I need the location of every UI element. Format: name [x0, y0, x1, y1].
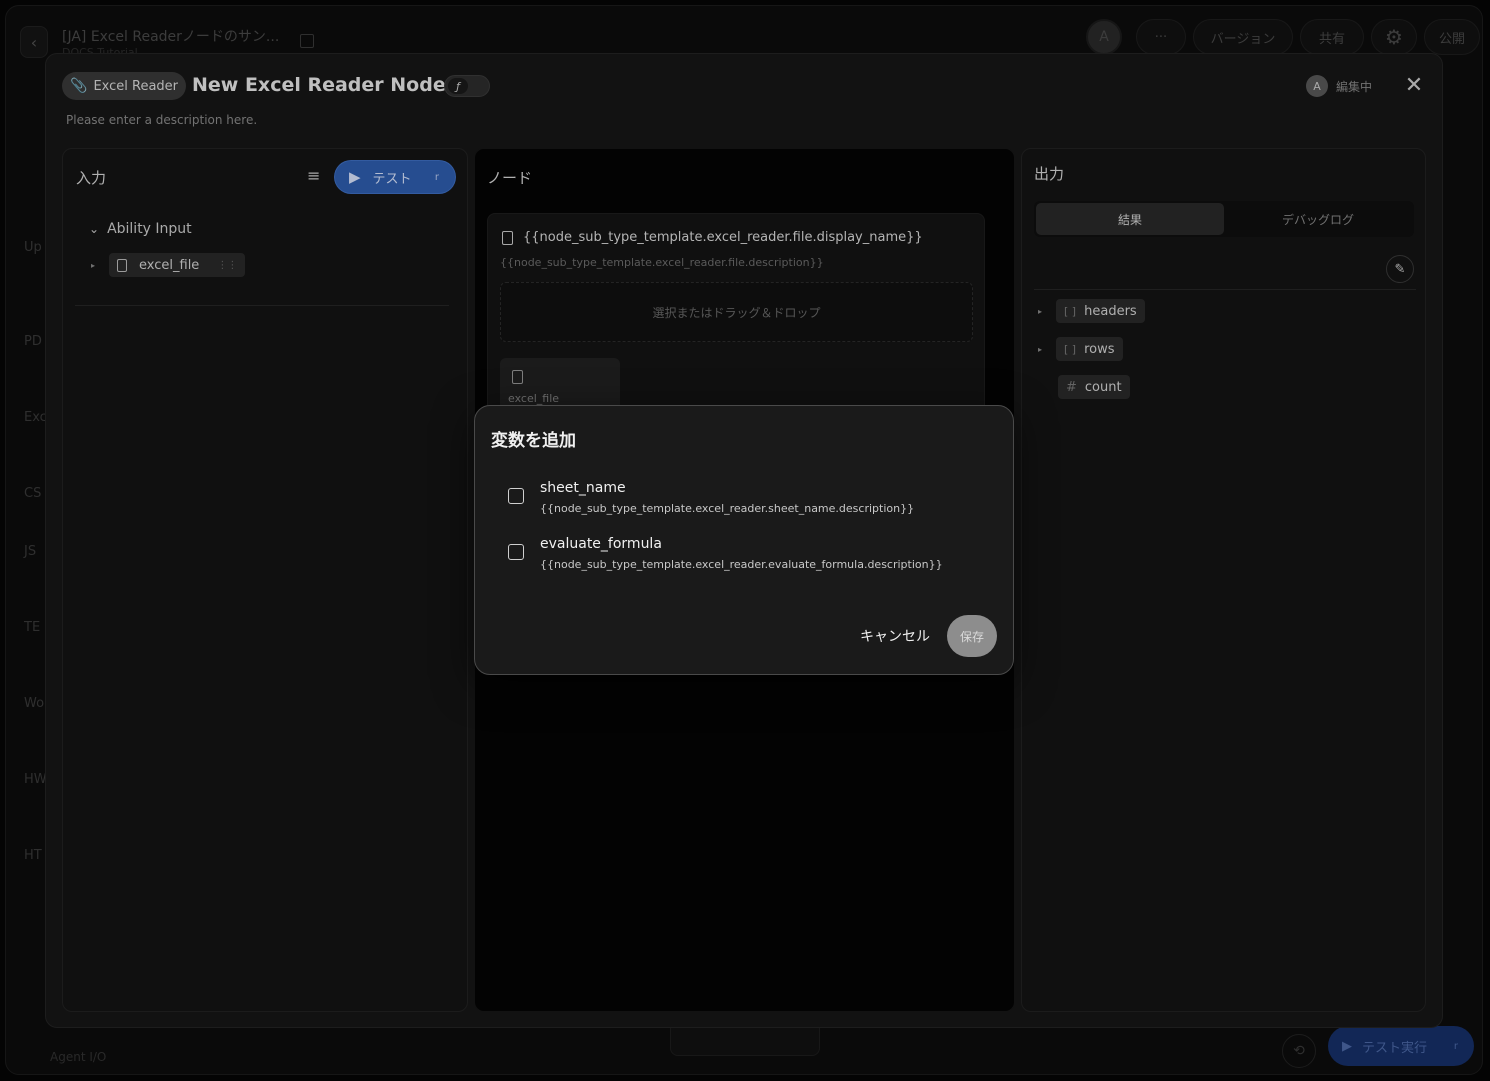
drag-handle-icon[interactable]: ⋮⋮: [217, 260, 237, 271]
option-sheet-name[interactable]: sheet_name {{node_sub_type_template.exce…: [508, 480, 914, 515]
node-panel-title: ノード: [487, 169, 533, 187]
function-icon: ƒ: [448, 78, 468, 94]
array-icon: [ ]: [1064, 342, 1077, 356]
divider: [1034, 289, 1416, 290]
publish-button[interactable]: 公開: [1424, 19, 1480, 55]
test-button[interactable]: ▶ テスト r: [335, 161, 455, 193]
gear-icon: ⚙: [1385, 25, 1403, 49]
array-icon: [ ]: [1064, 304, 1077, 318]
tab-result[interactable]: 結果: [1036, 203, 1224, 235]
node-type-badge: 📎 Excel Reader: [62, 72, 187, 100]
test-button-label: テスト: [372, 171, 412, 187]
field-label: rows: [1084, 341, 1115, 357]
output-field-count[interactable]: # count: [1058, 375, 1130, 399]
output-field-headers[interactable]: ▸ [ ] headers: [1038, 299, 1145, 323]
caret-right-icon: ▸: [1038, 306, 1043, 316]
output-field-rows[interactable]: ▸ [ ] rows: [1038, 337, 1123, 361]
function-toggle[interactable]: ƒ: [444, 75, 490, 97]
play-icon: ▶: [1342, 1038, 1352, 1054]
history-icon[interactable]: ⟲: [1282, 1034, 1316, 1068]
caret-right-icon: ▸: [1038, 344, 1043, 354]
field-label: count: [1084, 379, 1122, 395]
share-button[interactable]: 共有: [1300, 19, 1364, 55]
node-type-label: Excel Reader: [93, 78, 179, 94]
chevron-down-icon: ⌄: [89, 222, 100, 236]
save-button[interactable]: 保存: [947, 615, 997, 657]
option-description: {{node_sub_type_template.excel_reader.sh…: [540, 502, 915, 515]
sidebar-item[interactable]: HW: [24, 772, 47, 787]
test-run-button[interactable]: ▶ テスト実行 r: [1328, 1026, 1474, 1066]
back-button[interactable]: ‹: [20, 26, 48, 58]
file-icon: [117, 258, 128, 272]
hash-icon: #: [1066, 379, 1077, 395]
sidebar-item[interactable]: TE: [24, 620, 40, 635]
output-panel: 出力 結果 デバッグログ ✎ ▸ [ ] headers ▸ [ ] rows …: [1021, 148, 1426, 1012]
sidebar-item[interactable]: HT: [24, 848, 42, 863]
version-button[interactable]: バージョン: [1193, 19, 1293, 55]
editor-avatar: A: [1306, 75, 1328, 97]
user-avatar[interactable]: A: [1086, 19, 1122, 55]
node-description[interactable]: Please enter a description here.: [66, 113, 257, 127]
paperclip-icon: 📎: [70, 78, 88, 94]
file-input-header: {{node_sub_type_template.excel_reader.fi…: [502, 230, 923, 245]
option-name: sheet_name: [540, 480, 626, 496]
ability-input-group[interactable]: ⌄ Ability Input: [89, 221, 192, 237]
sidebar-item[interactable]: CS: [24, 486, 41, 501]
sidebar-item[interactable]: JS: [24, 544, 36, 559]
file-chip-label: excel_file: [508, 392, 560, 405]
sidebar-item[interactable]: PD: [24, 334, 42, 349]
field-chip[interactable]: [ ] rows: [1056, 337, 1123, 361]
file-icon: [512, 370, 523, 384]
sidebar-toggle-icon[interactable]: [300, 34, 314, 48]
list-icon[interactable]: ≡: [307, 168, 323, 184]
checkbox-sheet-name[interactable]: [508, 488, 524, 504]
tab-debug-log[interactable]: デバッグログ: [1224, 203, 1412, 235]
window-title: [JA] Excel Readerノードのサン...: [62, 29, 280, 45]
settings-button[interactable]: ⚙: [1371, 19, 1417, 55]
editing-label: 編集中: [1336, 79, 1373, 94]
node-title[interactable]: New Excel Reader Node 1: [192, 74, 466, 96]
excel-file-field[interactable]: ▸ excel_file ⋮⋮: [91, 253, 246, 277]
more-button[interactable]: ···: [1136, 19, 1186, 55]
field-label: headers: [1084, 303, 1137, 319]
field-chip[interactable]: excel_file ⋮⋮: [109, 253, 246, 277]
input-panel: 入力 ≡ ▶ テスト r ⌄ Ability Input ▸ excel_fil…: [62, 148, 468, 1012]
field-label: excel_file: [139, 257, 200, 273]
checkbox-evaluate-formula[interactable]: [508, 544, 524, 560]
file-description: {{node_sub_type_template.excel_reader.fi…: [500, 256, 824, 269]
divider: [75, 305, 449, 306]
field-chip[interactable]: [ ] headers: [1056, 299, 1145, 323]
option-evaluate-formula[interactable]: evaluate_formula {{node_sub_type_templat…: [508, 536, 943, 571]
option-description: {{node_sub_type_template.excel_reader.ev…: [540, 558, 943, 571]
sidebar-item[interactable]: Up: [24, 240, 42, 255]
file-display-name: {{node_sub_type_template.excel_reader.fi…: [523, 230, 923, 245]
add-variable-dialog: 変数を追加 sheet_name {{node_sub_type_templat…: [474, 405, 1014, 675]
output-panel-title: 出力: [1034, 165, 1065, 183]
agent-io-label[interactable]: Agent I/O: [50, 1050, 106, 1064]
test-run-kbd: r: [1453, 1040, 1458, 1052]
chevron-left-icon: ‹: [30, 32, 38, 52]
file-drop-zone[interactable]: 選択またはドラッグ＆ドロップ: [500, 282, 973, 342]
input-panel-title: 入力: [76, 169, 107, 187]
test-button-kbd: r: [434, 171, 439, 183]
cancel-button[interactable]: キャンセル: [860, 626, 930, 646]
dialog-title: 変数を追加: [491, 431, 576, 451]
caret-right-icon: ▸: [91, 260, 96, 270]
sidebar-item[interactable]: Wo: [24, 696, 44, 711]
test-run-label: テスト実行: [1362, 1040, 1428, 1056]
edit-icon[interactable]: ✎: [1386, 255, 1414, 283]
group-label: Ability Input: [107, 221, 192, 237]
output-tabs: 結果 デバッグログ: [1034, 201, 1414, 237]
sidebar-item[interactable]: Exc: [24, 410, 47, 425]
editing-status: A 編集中: [1306, 75, 1372, 97]
field-chip[interactable]: # count: [1058, 375, 1130, 399]
file-icon: [502, 230, 513, 245]
close-icon[interactable]: ✕: [1402, 74, 1426, 98]
option-name: evaluate_formula: [540, 536, 662, 552]
play-icon: ▶: [349, 168, 361, 186]
